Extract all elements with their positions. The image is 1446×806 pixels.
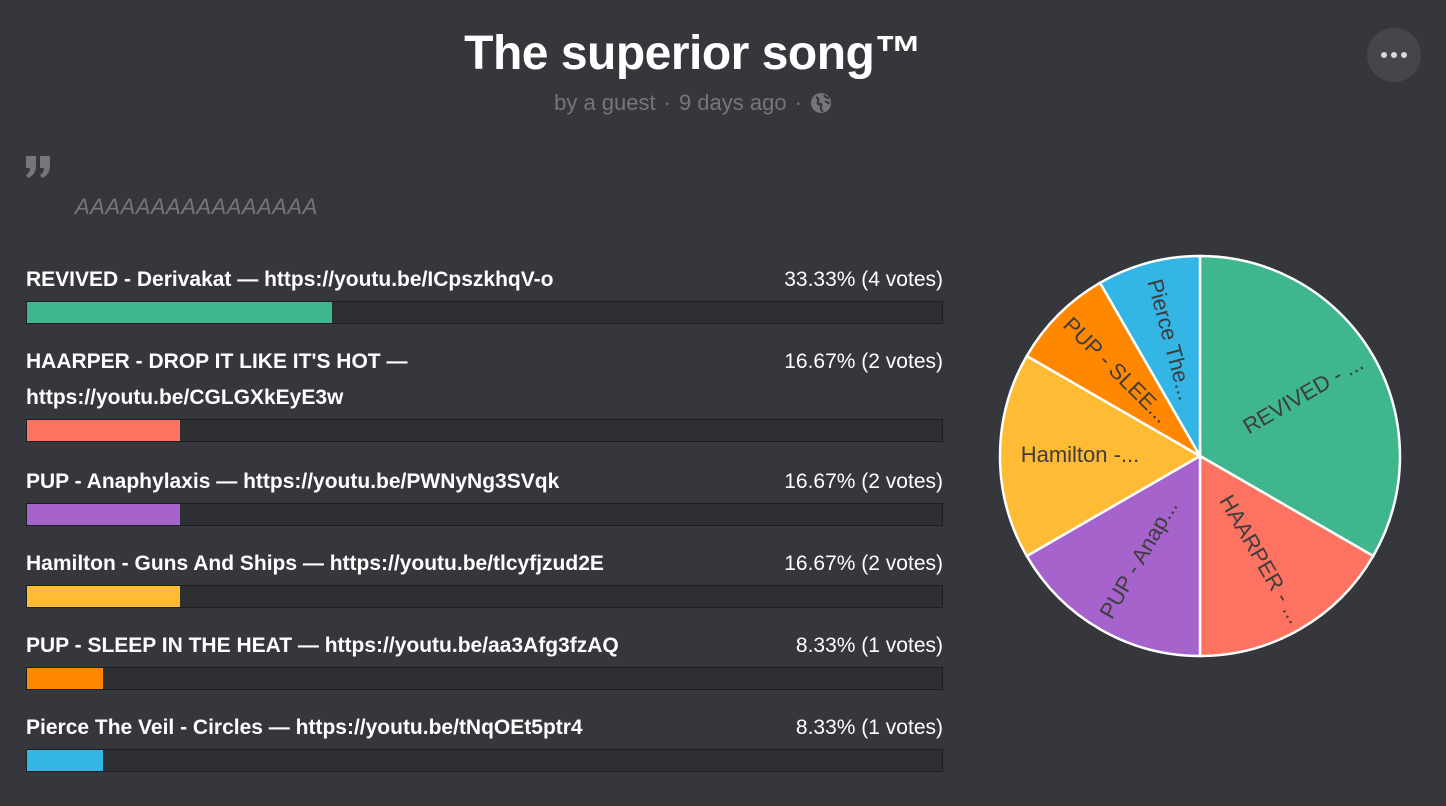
option-label: Pierce The Veil - Circles — https://yout… (26, 716, 583, 739)
option-result: 16.67% (2 votes) (784, 552, 943, 575)
more-options-dot (1391, 52, 1397, 58)
option-result: 16.67% (2 votes) (784, 350, 943, 373)
poll-description: AAAAAAAAAAAAAAAA (75, 194, 318, 219)
pie-slice-label: Hamilton -... (1021, 442, 1140, 467)
results-pie-chart: REVIVED - ... HAARPER - ... PUP - Anap... H… (996, 252, 1404, 660)
result-option: PUP - SLEEP IN THE HEAT — https://youtu.… (26, 628, 943, 710)
option-label: Hamilton - Guns And Ships — https://yout… (26, 552, 604, 575)
result-option: PUP - Anaphylaxis — https://youtu.be/PWN… (26, 464, 943, 546)
pie-chart-svg: REVIVED - ...HAARPER - ...PUP - Anap...H… (998, 254, 1402, 658)
result-bar (26, 503, 943, 526)
meta-separator: · (794, 90, 802, 115)
result-option: Hamilton - Guns And Ships — https://yout… (26, 546, 943, 628)
quote-icon (26, 156, 52, 180)
option-result: 8.33% (1 votes) (795, 716, 943, 739)
poll-title: The superior song™ (464, 27, 922, 80)
more-options-button[interactable] (1367, 28, 1421, 82)
result-bar (26, 419, 943, 442)
result-bar-fill (27, 668, 104, 689)
result-bar-fill (27, 420, 180, 441)
result-bar (26, 585, 943, 608)
result-option: Pierce The Veil - Circles — https://yout… (26, 710, 943, 792)
more-options-icon (1381, 52, 1387, 58)
result-bar-fill (27, 586, 180, 607)
meta-separator: · (663, 90, 671, 115)
result-bar-fill (27, 504, 180, 525)
result-option: REVIVED - Derivakat — https://youtu.be/I… (26, 262, 943, 344)
option-result: 33.33% (4 votes) (784, 268, 943, 291)
option-label: PUP - SLEEP IN THE HEAT — https://youtu.… (26, 634, 619, 657)
option-result: 16.67% (2 votes) (784, 470, 943, 493)
poll-results-list: REVIVED - Derivakat — https://youtu.be/I… (26, 262, 943, 792)
result-bar (26, 301, 943, 324)
poll-meta: by a guest · 9 days ago · (0, 90, 1386, 116)
option-label: PUP - Anaphylaxis — https://youtu.be/PWN… (26, 470, 560, 493)
result-bar (26, 749, 943, 772)
result-bar-fill (27, 302, 332, 323)
poll-time-ago: 9 days ago (678, 90, 787, 115)
result-option: HAARPER - DROP IT LIKE IT'S HOT — https:… (26, 344, 943, 464)
result-bar (26, 667, 943, 690)
option-result: 8.33% (1 votes) (795, 634, 943, 657)
result-bar-fill (27, 750, 104, 771)
more-options-dot (1401, 52, 1407, 58)
poll-author: by a guest (554, 90, 656, 115)
globe-icon (810, 92, 832, 114)
option-label: REVIVED - Derivakat — https://youtu.be/I… (26, 268, 554, 291)
option-label: HAARPER - DROP IT LIKE IT'S HOT — https:… (26, 350, 408, 409)
